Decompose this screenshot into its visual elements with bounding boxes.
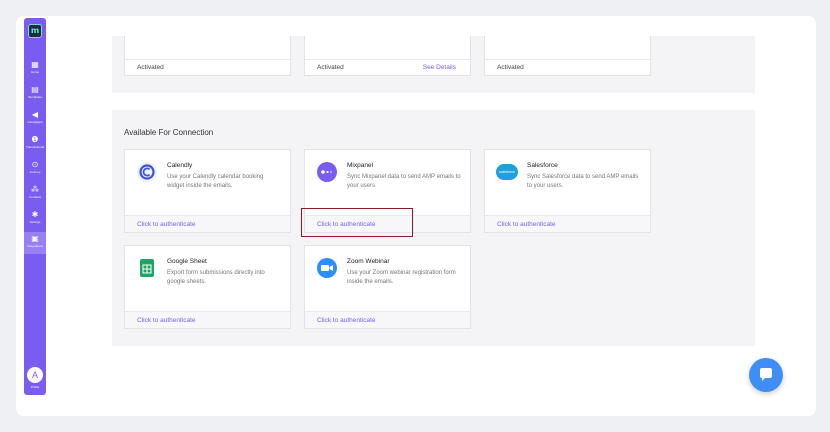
sidebar-item-integrations[interactable]: ▣ Integrations — [24, 232, 46, 254]
sidebar-item-label: Settings — [29, 220, 41, 224]
section-title: Available For Connection — [124, 128, 214, 137]
chat-bubble-icon — [760, 368, 772, 381]
zoom-icon — [317, 258, 337, 278]
avatar[interactable]: A — [27, 367, 43, 383]
integration-name: Zoom Webinar — [347, 258, 390, 265]
activated-card: Activated See Details — [304, 36, 471, 76]
activated-status: Activated — [137, 64, 164, 71]
calendly-icon — [137, 162, 157, 182]
authenticate-link[interactable]: Click to authenticate — [125, 215, 290, 232]
integration-name: Mixpanel — [347, 162, 374, 169]
avatar-label: Profile — [30, 385, 40, 389]
highlight-box — [301, 208, 413, 237]
authenticate-link[interactable]: Click to authenticate — [125, 311, 290, 328]
sidebar-item-transactional[interactable]: ❶ Transactional — [24, 133, 46, 155]
transactional-icon: ❶ — [31, 135, 39, 144]
integration-card-zoom-webinar: Zoom Webinar Use your Zoom webinar regis… — [304, 245, 471, 329]
integration-card-salesforce: salesforce Salesforce Sync Salesforce da… — [484, 149, 651, 233]
sidebar-item-label: Transactional — [26, 145, 44, 149]
see-details-link[interactable]: See Details — [423, 64, 456, 71]
authenticate-link[interactable]: Click to authenticate — [305, 311, 470, 328]
sidebar-item-home[interactable]: ▦ Home — [24, 58, 46, 80]
sidebar-item-label: Campaigns — [27, 120, 43, 124]
integration-card-calendly: Calendly Use your Calendly calendar book… — [124, 149, 291, 233]
activated-card: Activated — [484, 36, 651, 76]
journey-icon: ⊙ — [31, 160, 39, 169]
megaphone-icon: ◀ — [31, 110, 39, 119]
integrations-icon: ▣ — [31, 234, 39, 243]
integration-name: Calendly — [167, 162, 193, 169]
integration-desc: Sync Salesforce data to send AMP emails … — [527, 174, 639, 189]
salesforce-logo-text: salesforce — [499, 170, 515, 174]
gear-icon: ✱ — [31, 210, 39, 219]
authenticate-link[interactable]: Click to authenticate — [485, 215, 650, 232]
activated-status: Activated — [497, 64, 524, 71]
salesforce-icon: salesforce — [496, 164, 518, 180]
sidebar-item-label: Contacts — [29, 195, 41, 199]
templates-icon: ▤ — [31, 85, 39, 94]
sidebar-item-label: Journey — [29, 170, 41, 174]
sidebar-item-label: Home — [30, 70, 39, 74]
integration-name: Salesforce — [527, 162, 558, 169]
integration-desc: Use your Calendly calendar booking widge… — [167, 174, 264, 189]
sidebar-item-templates[interactable]: ▤ Templates — [24, 83, 46, 105]
sidebar-item-settings[interactable]: ✱ Settings — [24, 208, 46, 230]
integration-desc: Use your Zoom webinar registration form … — [347, 270, 456, 285]
activated-card: Activated — [124, 36, 291, 76]
integration-name: Google Sheet — [167, 258, 207, 265]
logo-letter: m — [30, 26, 40, 35]
sidebar-item-campaigns[interactable]: ◀ Campaigns — [24, 108, 46, 130]
contacts-icon: ⁂ — [31, 185, 39, 194]
chat-button[interactable] — [749, 358, 783, 392]
mixpanel-icon — [317, 162, 337, 182]
integration-desc: Sync Mixpanel data to send AMP emails to… — [347, 174, 461, 189]
sidebar-item-label: Templates — [28, 95, 42, 99]
app-logo[interactable]: m — [28, 24, 42, 38]
google-sheet-icon — [137, 258, 157, 278]
sidebar: m ▦ Home ▤ Templates ◀ Campaigns ❶ Trans… — [24, 18, 46, 395]
integration-card-google-sheet: Google Sheet Export form submissions dir… — [124, 245, 291, 329]
sidebar-item-journey[interactable]: ⊙ Journey — [24, 158, 46, 180]
integration-desc: Export form submissions directly into go… — [167, 270, 265, 285]
home-icon: ▦ — [31, 60, 39, 69]
sidebar-item-label: Integrations — [27, 244, 43, 248]
sidebar-item-contacts[interactable]: ⁂ Contacts — [24, 183, 46, 205]
activated-status: Activated — [317, 64, 344, 71]
